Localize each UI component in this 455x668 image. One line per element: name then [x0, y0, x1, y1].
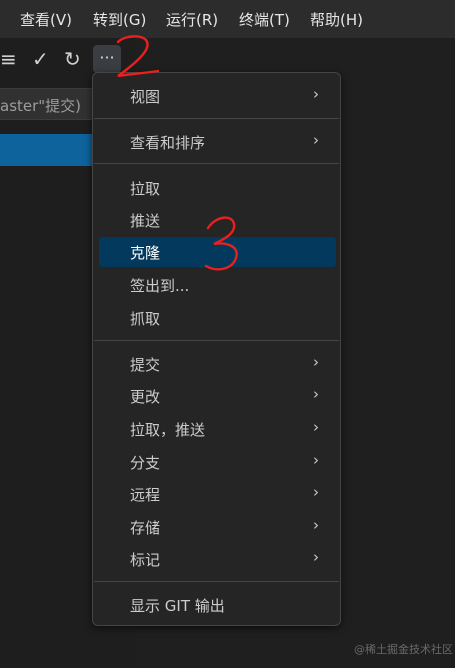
menu-separator [94, 581, 339, 582]
more-actions-menu: 视图 › 查看和排序 › 拉取 推送 克隆 签出到... 抓取 提交 › 更改 … [92, 72, 341, 626]
menu-view[interactable]: 查看(V) [20, 9, 72, 30]
menu-item-checkout[interactable]: 签出到... [99, 270, 336, 300]
menu-item-label: 存储 [130, 519, 161, 537]
commit-message-input[interactable]: aster"提交) [0, 88, 94, 120]
watermark: @稀土掘金技术社区 [354, 643, 453, 656]
menu-item-label: 查看和排序 [130, 134, 206, 152]
menu-item-label: 更改 [130, 388, 161, 406]
menu-separator [94, 163, 339, 164]
menu-item-push[interactable]: 推送 [99, 205, 336, 235]
menu-item-view-sort[interactable]: 查看和排序 › [99, 127, 336, 157]
menu-item-label: 分支 [130, 454, 161, 472]
chevron-right-icon: › [313, 483, 319, 501]
menu-item-label: 远程 [130, 486, 161, 504]
menu-item-changes[interactable]: 更改 › [99, 381, 336, 411]
menu-item-label: 抓取 [130, 310, 161, 328]
commit-check-icon[interactable]: ✓ [32, 46, 49, 72]
menu-item-stash[interactable]: 存储 › [99, 512, 336, 542]
menu-item-label: 克隆 [130, 244, 161, 262]
menu-item-pull[interactable]: 拉取 [99, 173, 336, 203]
menu-item-label: 视图 [130, 88, 161, 106]
menu-help[interactable]: 帮助(H) [310, 9, 363, 30]
commit-button[interactable] [0, 134, 94, 166]
ellipsis-icon: ··· [99, 48, 115, 67]
menu-item-label: 显示 GIT 输出 [130, 597, 225, 615]
menu-item-branch[interactable]: 分支 › [99, 447, 336, 477]
menu-item-clone[interactable]: 克隆 [99, 237, 336, 267]
chevron-right-icon: › [313, 451, 319, 469]
menu-bar: 查看(V) 转到(G) 运行(R) 终端(T) 帮助(H) [0, 0, 455, 38]
chevron-right-icon: › [313, 418, 319, 436]
menu-item-label: 拉取 [130, 180, 161, 198]
menu-item-tags[interactable]: 标记 › [99, 544, 336, 574]
menu-item-label: 推送 [130, 212, 161, 230]
menu-item-label: 拉取，推送 [130, 421, 206, 439]
chevron-right-icon: › [313, 385, 319, 403]
chevron-right-icon: › [313, 131, 319, 149]
menu-item-remote[interactable]: 远程 › [99, 479, 336, 509]
chevron-right-icon: › [313, 516, 319, 534]
view-as-list-icon[interactable]: ≡ [0, 46, 17, 72]
menu-separator [94, 340, 339, 341]
menu-separator [94, 118, 339, 119]
refresh-icon[interactable]: ↻ [64, 46, 81, 72]
menu-item-view[interactable]: 视图 › [99, 81, 336, 111]
chevron-right-icon: › [313, 353, 319, 371]
menu-item-label: 提交 [130, 356, 161, 374]
menu-item-label: 标记 [130, 551, 161, 569]
chevron-right-icon: › [313, 85, 319, 103]
menu-item-commit[interactable]: 提交 › [99, 349, 336, 379]
commit-message-placeholder: aster"提交) [0, 97, 82, 115]
chevron-right-icon: › [313, 548, 319, 566]
menu-terminal[interactable]: 终端(T) [239, 9, 290, 30]
menu-item-fetch[interactable]: 抓取 [99, 303, 336, 333]
menu-go[interactable]: 转到(G) [93, 9, 146, 30]
editor-area [341, 38, 455, 668]
menu-item-show-git-output[interactable]: 显示 GIT 输出 [99, 590, 336, 620]
menu-run[interactable]: 运行(R) [166, 9, 218, 30]
menu-item-label: 签出到... [130, 277, 190, 295]
more-actions-button[interactable]: ··· [93, 45, 121, 73]
menu-item-pull-push[interactable]: 拉取，推送 › [99, 414, 336, 444]
